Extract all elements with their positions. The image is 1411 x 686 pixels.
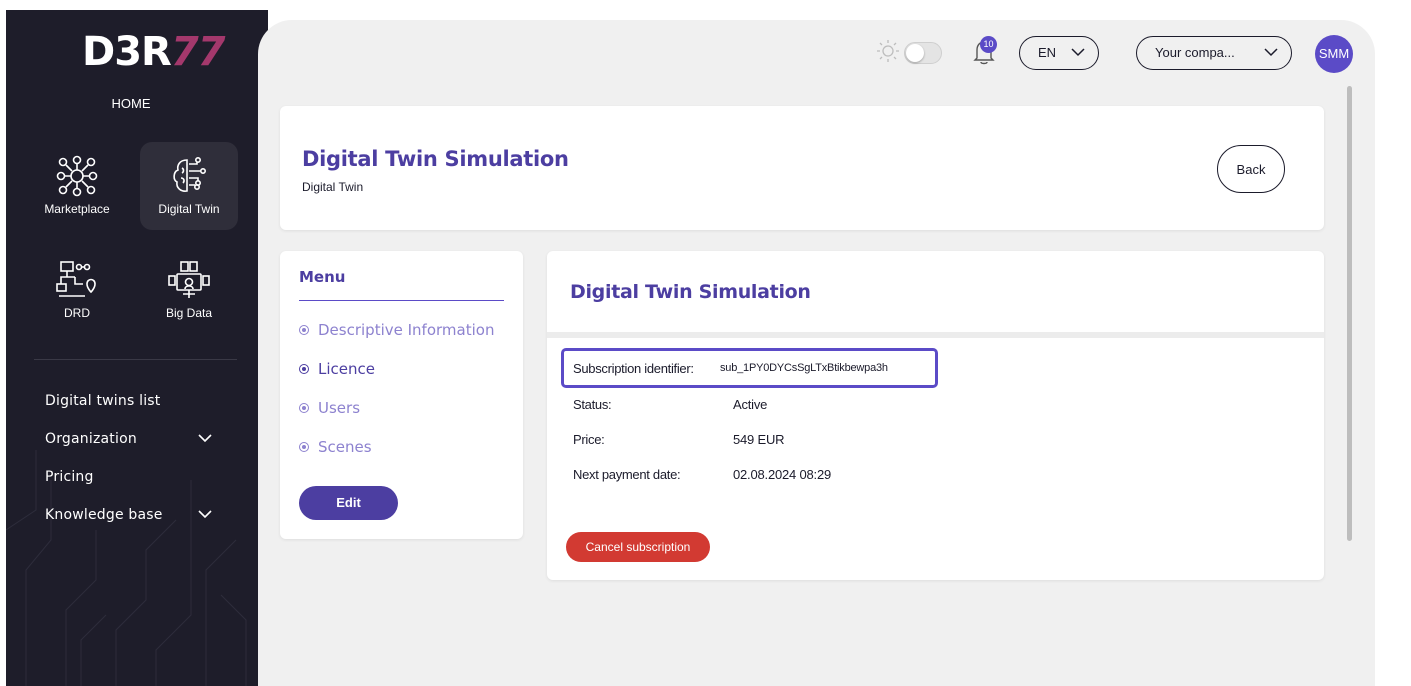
marketplace-network-icon — [56, 155, 98, 197]
sidebar-separator — [34, 359, 237, 360]
menu-item-label: Scenes — [318, 438, 372, 456]
page-subtitle: Digital Twin — [302, 180, 364, 194]
status-value: Active — [733, 397, 768, 412]
menu-item-label: Descriptive Information — [318, 321, 495, 339]
module-label: Digital Twin — [158, 202, 220, 216]
chevron-down-icon — [198, 434, 212, 443]
big-data-icon — [168, 261, 210, 298]
sidebar: D3R77 HOME Marketplace Digital Twin DRD … — [6, 10, 268, 686]
detail-title: Digital Twin Simulation — [570, 281, 811, 303]
page-title: Digital Twin Simulation — [302, 147, 569, 171]
brand-logo[interactable]: D3R77 — [82, 30, 226, 74]
module-label: Big Data — [165, 306, 213, 320]
module-digital-twin[interactable]: Digital Twin — [140, 142, 238, 230]
drd-flow-icon — [56, 261, 96, 297]
language-value: EN — [1038, 45, 1057, 60]
menu-item-users[interactable]: Users — [299, 399, 360, 417]
menu-item-descriptive-information[interactable]: Descriptive Information — [299, 321, 494, 339]
module-marketplace[interactable]: Marketplace — [28, 142, 126, 230]
edit-button[interactable]: Edit — [299, 486, 398, 520]
menu-item-label: Licence — [318, 360, 375, 378]
sidebar-item-label: Organization — [45, 431, 137, 447]
chevron-down-icon — [1264, 48, 1278, 57]
chevron-down-icon — [1071, 48, 1085, 57]
sidebar-item-knowledge-base[interactable]: Knowledge base — [45, 507, 215, 523]
subscription-identifier-value: sub_1PY0DYCsSgLTxBtikbewpa3h — [720, 362, 888, 374]
sidebar-item-pricing[interactable]: Pricing — [45, 469, 94, 485]
menu-item-label: Users — [318, 399, 361, 417]
cancel-subscription-button[interactable]: Cancel subscription — [566, 532, 710, 562]
detail-divider — [547, 332, 1324, 338]
user-avatar[interactable]: SMM — [1315, 35, 1353, 73]
radio-dot-icon — [299, 403, 309, 413]
toggle-knob — [906, 44, 924, 62]
module-big-data[interactable]: Big Data — [140, 246, 238, 334]
menu-item-scenes[interactable]: Scenes — [299, 438, 372, 456]
chevron-down-icon — [198, 510, 212, 519]
module-label: Marketplace — [44, 202, 110, 216]
menu-title: Menu — [299, 268, 346, 286]
circuit-background-decoration — [6, 450, 247, 686]
status-label: Status: — [573, 397, 612, 412]
company-placeholder: Your compa... — [1155, 45, 1235, 60]
company-select[interactable]: Your compa... — [1136, 36, 1292, 70]
radio-dot-icon — [299, 364, 309, 374]
module-drd[interactable]: DRD — [28, 246, 126, 334]
price-label: Price: — [573, 432, 605, 447]
language-select[interactable]: EN — [1019, 36, 1099, 70]
sun-icon — [877, 40, 899, 62]
sidebar-item-digital-twins-list[interactable]: Digital twins list — [45, 393, 160, 409]
module-label: DRD — [64, 306, 90, 320]
price-value: 549 EUR — [733, 432, 785, 447]
radio-dot-icon — [299, 442, 309, 452]
sidebar-item-organization[interactable]: Organization — [45, 431, 215, 447]
menu-item-licence[interactable]: Licence — [299, 360, 375, 378]
digital-twin-brain-icon — [173, 156, 206, 192]
theme-toggle[interactable] — [904, 42, 942, 64]
notification-badge: 10 — [980, 36, 997, 53]
next-payment-date-label: Next payment date: — [573, 467, 681, 482]
main-scrollbar[interactable] — [1347, 86, 1352, 541]
menu-divider — [299, 300, 504, 301]
radio-dot-icon — [299, 325, 309, 335]
back-button[interactable]: Back — [1217, 145, 1285, 193]
home-link[interactable]: HOME — [6, 96, 256, 111]
next-payment-date-value: 02.08.2024 08:29 — [733, 467, 832, 482]
subscription-identifier-label: Subscription identifier: — [573, 361, 694, 376]
sidebar-item-label: Knowledge base — [45, 507, 163, 523]
